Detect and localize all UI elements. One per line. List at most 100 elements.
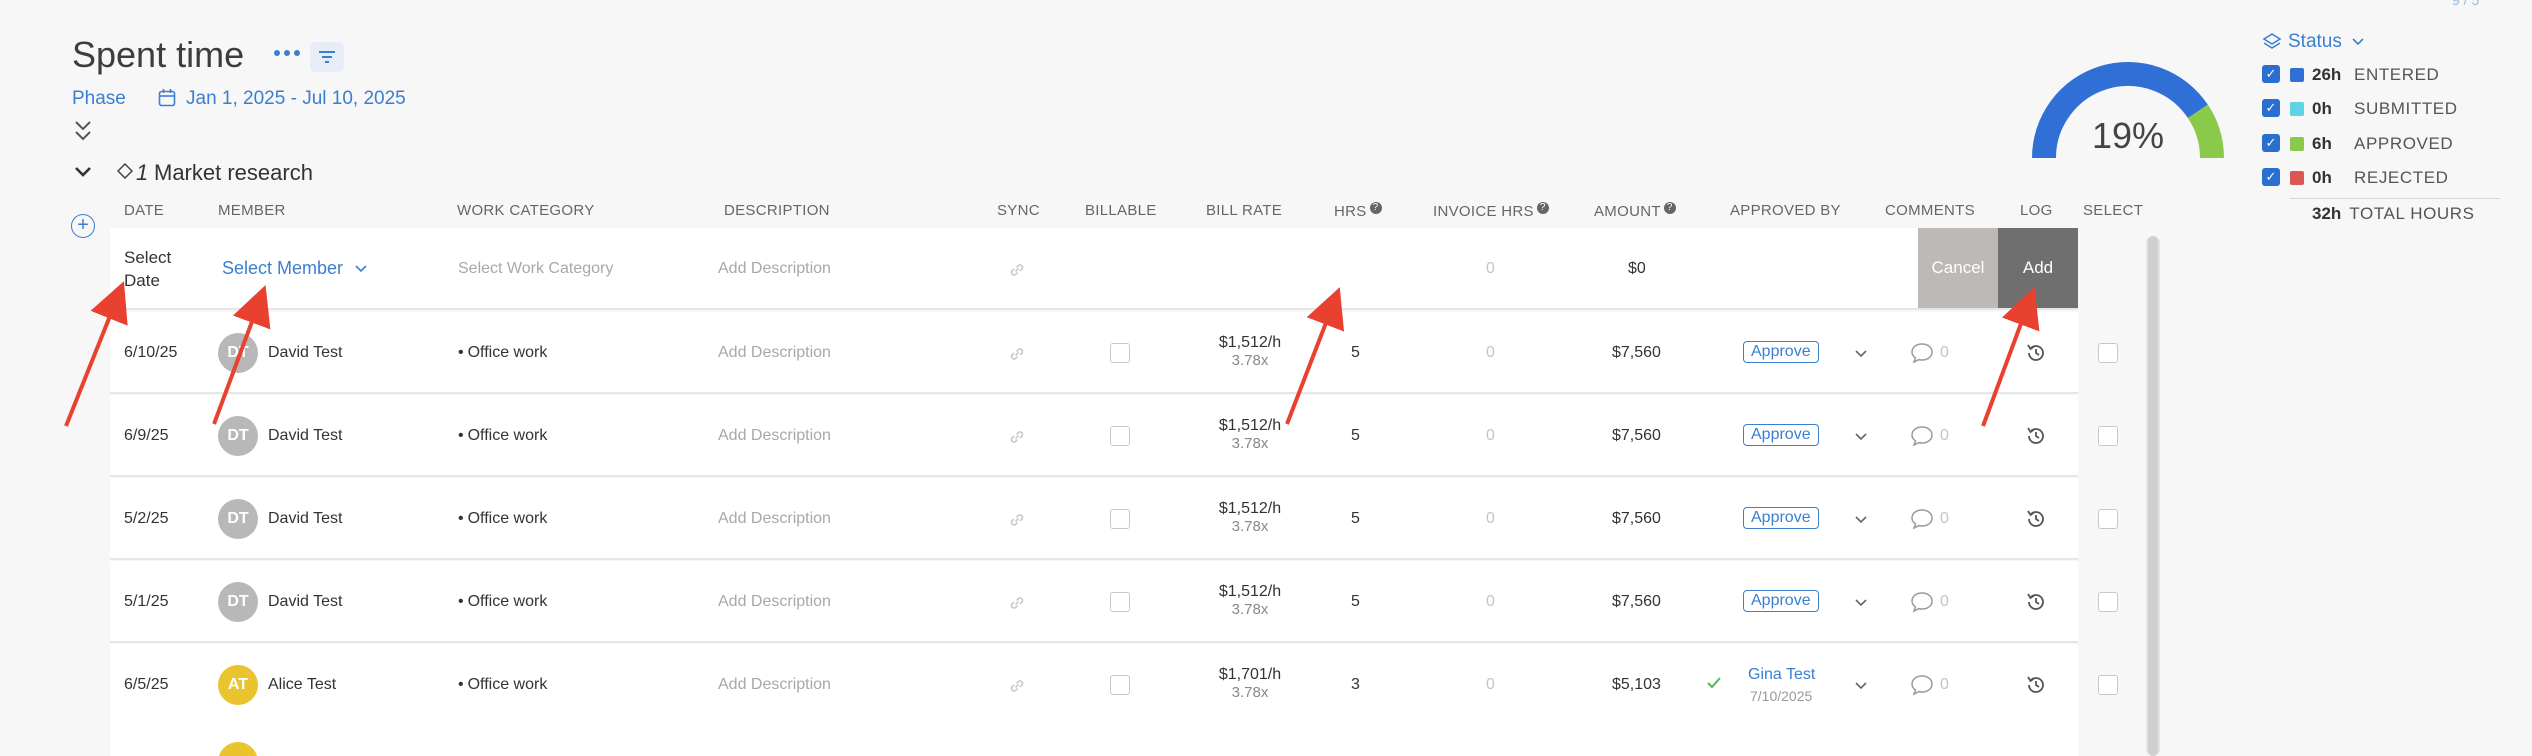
layers-icon <box>2262 33 2282 49</box>
entry-date[interactable]: 5/1/25 <box>124 593 168 611</box>
entry-date[interactable]: 6/9/25 <box>124 427 168 445</box>
more-options-icon[interactable] <box>272 46 302 60</box>
member-name[interactable]: David Test <box>268 510 342 528</box>
select-date-button[interactable]: Select Date <box>124 246 171 292</box>
comment-icon[interactable] <box>1910 591 1934 613</box>
comment-icon[interactable] <box>1910 674 1934 696</box>
work-category[interactable]: Office work <box>458 344 548 362</box>
table-scrollbar[interactable] <box>2146 236 2160 756</box>
description-input[interactable]: Add Description <box>718 260 831 278</box>
entry-date[interactable]: 6/5/25 <box>124 676 168 694</box>
description-input[interactable]: Add Description <box>718 427 831 445</box>
calendar-icon[interactable] <box>158 88 176 108</box>
status-checkbox[interactable]: ✓ <box>2262 99 2280 117</box>
milestone-diamond-icon <box>117 163 133 179</box>
sync-link-icon[interactable] <box>1008 428 1026 446</box>
status-color-swatch <box>2290 137 2304 151</box>
column-description: DESCRIPTION <box>724 202 830 219</box>
table-row: 6/9/25 DT David Test Office work Add Des… <box>110 395 2118 477</box>
entry-date[interactable]: 6/10/25 <box>124 344 177 362</box>
approve-button[interactable]: Approve <box>1743 424 1819 446</box>
column-invoice-hrs: INVOICE HRS? <box>1433 202 1549 220</box>
help-icon[interactable]: ? <box>1369 202 1382 214</box>
hrs-value[interactable]: 3 <box>1351 676 1360 694</box>
history-icon[interactable] <box>2025 425 2047 447</box>
billable-checkbox[interactable] <box>1110 426 1130 446</box>
approver-name[interactable]: Gina Test <box>1748 666 1815 684</box>
approve-button[interactable]: Approve <box>1743 341 1819 363</box>
add-entry-button[interactable]: + <box>71 214 95 238</box>
chevron-down-icon[interactable] <box>1854 515 1868 525</box>
hrs-value[interactable]: 5 <box>1351 593 1360 611</box>
approve-button[interactable]: Approve <box>1743 507 1819 529</box>
work-category[interactable]: Office work <box>458 510 548 528</box>
filter-button[interactable] <box>310 42 344 72</box>
expand-all-icon[interactable] <box>72 118 94 144</box>
row-select-checkbox[interactable] <box>2098 509 2118 529</box>
member-name[interactable]: David Test <box>268 427 342 445</box>
billable-checkbox[interactable] <box>1110 343 1130 363</box>
sync-link-icon[interactable] <box>1008 511 1026 529</box>
sync-link-icon[interactable] <box>1008 261 1026 279</box>
phase-label[interactable]: Phase <box>72 88 126 110</box>
row-select-checkbox[interactable] <box>2098 675 2118 695</box>
help-icon[interactable]: ? <box>1663 202 1676 214</box>
history-icon[interactable] <box>2025 674 2047 696</box>
approved-percentage: 19% <box>2092 115 2165 156</box>
approve-button[interactable]: Approve <box>1743 590 1819 612</box>
chevron-down-icon[interactable] <box>1854 432 1868 442</box>
select-work-category-dropdown[interactable]: Select Work Category <box>458 260 613 278</box>
sync-link-icon[interactable] <box>1008 345 1026 363</box>
hrs-value[interactable]: 5 <box>1351 344 1360 362</box>
entry-date[interactable]: 5/2/25 <box>124 510 168 528</box>
status-checkbox[interactable]: ✓ <box>2262 134 2280 152</box>
sync-link-icon[interactable] <box>1008 594 1026 612</box>
date-range-picker[interactable]: Jan 1, 2025 - Jul 10, 2025 <box>186 88 406 110</box>
scrollbar-thumb[interactable] <box>2148 236 2158 756</box>
avatar: DT <box>218 416 258 456</box>
member-name[interactable]: Alice Test <box>268 676 336 694</box>
status-checkbox[interactable]: ✓ <box>2262 168 2280 186</box>
work-category[interactable]: Office work <box>458 676 548 694</box>
chevron-down-icon[interactable] <box>1854 681 1868 691</box>
row-select-checkbox[interactable] <box>2098 426 2118 446</box>
help-icon[interactable]: ? <box>1536 202 1549 214</box>
status-checkbox[interactable]: ✓ <box>2262 65 2280 83</box>
history-icon[interactable] <box>2025 342 2047 364</box>
status-hours: 0h <box>2312 168 2332 187</box>
billable-checkbox[interactable] <box>1110 592 1130 612</box>
cancel-button[interactable]: Cancel <box>1918 228 1998 308</box>
description-input[interactable]: Add Description <box>718 676 831 694</box>
total-divider <box>2290 198 2500 199</box>
description-input[interactable]: Add Description <box>718 510 831 528</box>
add-button[interactable]: Add <box>1998 228 2078 308</box>
invoice-hrs-value: 0 <box>1486 427 1495 444</box>
amount-value: $7,560 <box>1612 593 1661 610</box>
sync-link-icon[interactable] <box>1008 677 1026 695</box>
collapse-phase-icon[interactable] <box>72 162 94 182</box>
comment-icon[interactable] <box>1910 508 1934 530</box>
member-name[interactable]: David Test <box>268 593 342 611</box>
hrs-value[interactable]: 5 <box>1351 427 1360 445</box>
billable-checkbox[interactable] <box>1110 509 1130 529</box>
column-member: MEMBER <box>218 202 286 219</box>
comment-icon[interactable] <box>1910 425 1934 447</box>
select-member-dropdown[interactable]: Select Member <box>222 258 368 279</box>
description-input[interactable]: Add Description <box>718 344 831 362</box>
description-input[interactable]: Add Description <box>718 593 831 611</box>
work-category[interactable]: Office work <box>458 593 548 611</box>
history-icon[interactable] <box>2025 508 2047 530</box>
row-select-checkbox[interactable] <box>2098 592 2118 612</box>
amount-value: $7,560 <box>1612 427 1661 444</box>
chevron-down-icon[interactable] <box>1854 598 1868 608</box>
work-category[interactable]: Office work <box>458 427 548 445</box>
member-name[interactable]: David Test <box>268 344 342 362</box>
hrs-value[interactable]: 5 <box>1351 510 1360 528</box>
chevron-down-icon[interactable] <box>1854 349 1868 359</box>
column-approved-by: APPROVED BY <box>1730 202 1841 219</box>
comment-icon[interactable] <box>1910 342 1934 364</box>
avatar: DT <box>218 333 258 373</box>
history-icon[interactable] <box>2025 591 2047 613</box>
billable-checkbox[interactable] <box>1110 675 1130 695</box>
row-select-checkbox[interactable] <box>2098 343 2118 363</box>
